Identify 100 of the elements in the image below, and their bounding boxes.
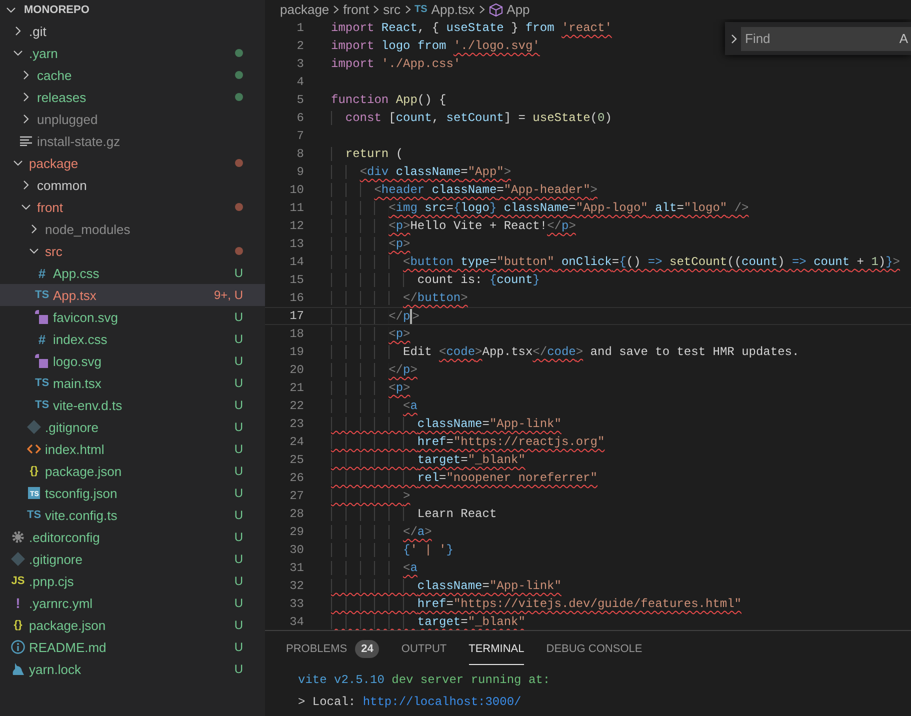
text-cursor: [410, 308, 412, 324]
file-item[interactable]: README.md U: [0, 636, 265, 658]
chevron-icon[interactable]: [29, 224, 39, 234]
diamond-icon: [11, 552, 25, 566]
folder-item[interactable]: common: [0, 174, 265, 196]
file-item[interactable]: TS main.tsx U: [0, 372, 265, 394]
json-file-icon: {}: [30, 466, 38, 476]
breadcrumb[interactable]: src: [383, 2, 401, 17]
git-status: U: [234, 398, 243, 412]
line-number: 29: [288, 525, 304, 539]
chevron-icon[interactable]: [13, 26, 23, 36]
file-item[interactable]: install-state.gz: [0, 130, 265, 152]
panel-tab[interactable]: DEBUG CONSOLE: [546, 631, 642, 665]
git-status: U: [234, 662, 243, 676]
file-item[interactable]: index.html U: [0, 438, 265, 460]
git-status: U: [234, 640, 243, 654]
chevron-icon[interactable]: [13, 158, 23, 168]
folder-item[interactable]: .yarn: [0, 42, 265, 64]
cat-icon: [12, 662, 24, 676]
folder-item[interactable]: src: [0, 240, 265, 262]
git-status: U: [234, 442, 243, 456]
js-file-icon: JS: [11, 576, 25, 586]
cube-icon: [488, 2, 503, 16]
git-status: U: [234, 596, 243, 610]
terminal-line: > Local: http://localhost:3000/: [298, 695, 522, 711]
line-number: 26: [288, 471, 304, 485]
line-number: 5: [296, 93, 304, 107]
file-item[interactable]: {} package.json U: [0, 614, 265, 636]
breadcrumb[interactable]: package: [280, 2, 330, 17]
file-item[interactable]: yarn.lock U: [0, 658, 265, 680]
file-item[interactable]: .editorconfig U: [0, 526, 265, 548]
diamond-icon: [27, 420, 41, 434]
folder-item[interactable]: node_modules: [0, 218, 265, 240]
panel-tab[interactable]: PROBLEMS 24: [286, 631, 380, 665]
css-file-icon: #: [38, 332, 46, 346]
match-case-toggle[interactable]: A: [899, 31, 911, 46]
file-item[interactable]: # index.css U: [0, 328, 265, 350]
line-number: 24: [288, 435, 304, 449]
folder-item[interactable]: cache: [0, 64, 265, 86]
yaml-file-icon: !: [16, 596, 20, 610]
file-item[interactable]: TS vite.config.ts U: [0, 504, 265, 526]
line-number: 11: [288, 201, 304, 215]
line-number: 18: [288, 327, 304, 341]
folder-item[interactable]: .git: [0, 20, 265, 42]
file-item[interactable]: ! .yarnrc.yml U: [0, 592, 265, 614]
chevron-icon[interactable]: [21, 202, 31, 212]
line-number: 16: [288, 291, 304, 305]
chevron-icon: [333, 5, 340, 14]
line-number: 19: [288, 345, 304, 359]
chevron-icon[interactable]: [21, 114, 31, 124]
find-field[interactable]: Find A: [741, 26, 911, 50]
folder-item[interactable]: releases: [0, 86, 265, 108]
chevron-icon[interactable]: [21, 92, 31, 102]
chevron-icon[interactable]: [6, 5, 16, 15]
image-file-icon: [35, 310, 49, 324]
line-number: 3: [296, 57, 304, 71]
ts-file-icon: TS: [26, 510, 42, 520]
file-item[interactable]: {} package.json U: [0, 460, 265, 482]
git-status: U: [234, 618, 243, 632]
code-brackets-icon: [27, 444, 41, 454]
image-file-icon: [35, 354, 49, 368]
chevron-icon[interactable]: [21, 180, 31, 190]
file-item[interactable]: .gitignore U: [0, 548, 265, 570]
git-status: U: [234, 420, 243, 434]
folder-item[interactable]: front: [0, 196, 265, 218]
folder-item[interactable]: package: [0, 152, 265, 174]
line-number: 12: [288, 219, 304, 233]
breadcrumb[interactable]: TS App.tsx: [414, 2, 475, 17]
panel-tab[interactable]: OUTPUT: [401, 631, 447, 665]
chevron-icon[interactable]: [13, 48, 23, 58]
git-status: U: [234, 266, 243, 280]
breadcrumb[interactable]: front: [343, 2, 370, 17]
git-status: U: [234, 464, 243, 478]
gear-icon: [11, 530, 25, 544]
panel-tab[interactable]: TERMINAL: [468, 631, 524, 665]
line-number: 6: [296, 111, 304, 125]
file-item[interactable]: # App.css U: [0, 262, 265, 284]
file-item[interactable]: logo.svg U: [0, 350, 265, 372]
file-item[interactable]: TS vite-env.d.ts U: [0, 394, 265, 416]
line-number: 17: [288, 309, 304, 323]
git-status: U: [234, 486, 243, 500]
css-file-icon: #: [38, 266, 46, 280]
chevron-icon[interactable]: [29, 246, 39, 256]
chevron-icon: [404, 5, 411, 14]
folder-item[interactable]: unplugged: [0, 108, 265, 130]
text-file-icon: [20, 136, 32, 146]
chevron-icon[interactable]: [730, 32, 738, 44]
chevron-icon: [373, 5, 380, 14]
line-number: 25: [288, 453, 304, 467]
file-item[interactable]: .gitignore U: [0, 416, 265, 438]
chevron-icon[interactable]: [21, 70, 31, 80]
line-number: 1: [296, 21, 304, 35]
git-status: U: [234, 332, 243, 346]
line-number: 15: [288, 273, 304, 287]
terminal-line: vite v2.5.10 dev server running at:: [298, 673, 552, 689]
file-item[interactable]: JS .pnp.cjs U: [0, 570, 265, 592]
file-item[interactable]: TS App.tsx 9+, U: [0, 284, 265, 306]
file-item[interactable]: favicon.svg U: [0, 306, 265, 328]
line-number: 34: [288, 615, 304, 629]
breadcrumb[interactable]: App: [488, 2, 530, 17]
